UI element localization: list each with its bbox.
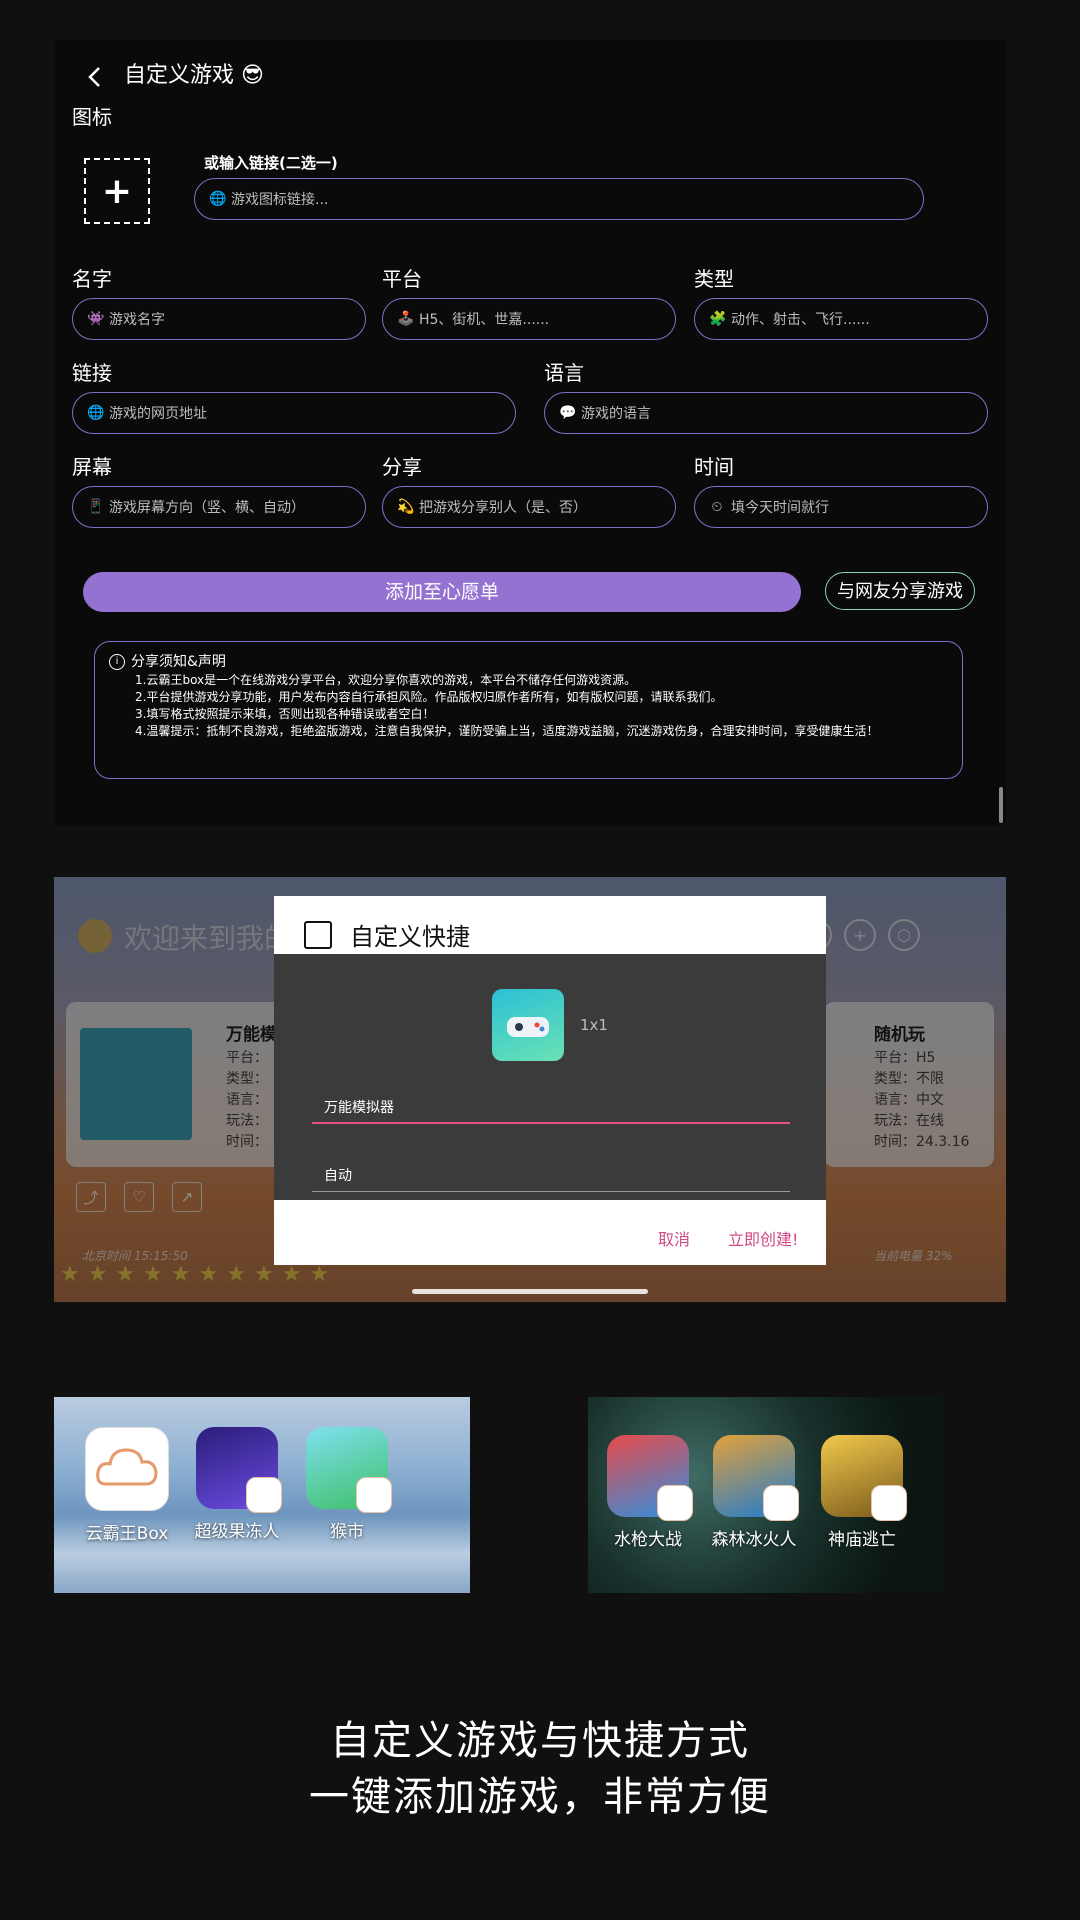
page-title: 自定义游戏 😎: [124, 63, 264, 88]
type-label: 类型: [694, 267, 734, 291]
puzzle-icon: 🧩: [709, 311, 727, 327]
notice-line: 1.云霸王box是一个在线游戏分享平台，欢迎分享你喜欢的游戏，本平台不储存任何游…: [135, 673, 637, 687]
dialog-footer: 取消 立即创建!: [274, 1200, 826, 1265]
screen-input[interactable]: 📱 游戏屏幕方向（竖、横、自动）: [72, 486, 366, 528]
notice-box: i 分享须知&声明 1.云霸王box是一个在线游戏分享平台，欢迎分享你喜欢的游戏，…: [94, 641, 963, 779]
app-name: 森林冰火人: [711, 1530, 797, 1550]
jelly-app-icon: [196, 1427, 282, 1513]
cloud-app-icon: [85, 1427, 169, 1511]
dialog-title: 自定义快捷: [350, 923, 470, 951]
cloud-badge-icon: [763, 1485, 799, 1521]
language-input[interactable]: 💬 游戏的语言: [544, 392, 988, 434]
app-name: 超级果冻人: [194, 1522, 280, 1542]
widget-size[interactable]: 1x1: [580, 1016, 608, 1034]
icon-link-input[interactable]: 🌐 游戏图标链接...: [194, 178, 924, 220]
plus-icon: +: [101, 170, 133, 212]
shortcut-mode-input[interactable]: 自动: [312, 1164, 790, 1192]
globe-icon: 🌐: [209, 191, 227, 207]
share-input[interactable]: 💫 把游戏分享别人（是、否）: [382, 486, 676, 528]
speech-bubble-icon: 💬: [559, 405, 577, 421]
app-shortcut[interactable]: 森林冰火人: [704, 1435, 804, 1550]
temple-run-app-icon: [821, 1435, 907, 1521]
caption-line-2: 一键添加游戏，非常方便: [309, 1774, 771, 1820]
app-name: 云霸王Box: [85, 1524, 169, 1544]
back-arrow-icon[interactable]: [80, 62, 110, 92]
icon-label: 图标: [72, 105, 112, 129]
launcher-with-shortcut-dialog: 欢迎来到我的 ♡ + ⬡ 万能模 平台： 类型： 语言： 玩法： 时间： 随机玩…: [54, 877, 1006, 1302]
monkey-app-icon: [306, 1427, 392, 1513]
add-to-wishlist-button[interactable]: 添加至心愿单: [83, 572, 801, 612]
cloud-badge-icon: [246, 1477, 282, 1513]
water-gun-app-icon: [607, 1435, 693, 1521]
fire-ice-app-icon: [713, 1435, 799, 1521]
app-name: 水枪大战: [614, 1530, 682, 1550]
scrollbar[interactable]: [999, 787, 1003, 823]
platform-label: 平台: [382, 267, 422, 291]
screen-label: 屏幕: [72, 455, 112, 479]
app-shortcut[interactable]: 神庙逃亡: [812, 1435, 912, 1550]
custom-game-form-panel: 自定义游戏 😎 图标 + 或输入链接(二选一) 🌐 游戏图标链接... 名字 👾…: [54, 40, 1006, 825]
icon-link-label: 或输入链接(二选一): [204, 154, 338, 172]
notice-title: 分享须知&声明: [131, 654, 226, 670]
cloud-badge-icon: [356, 1477, 392, 1513]
app-shortcut[interactable]: 超级果冻人: [187, 1427, 287, 1542]
time-label: 时间: [694, 455, 734, 479]
cloud-badge-icon: [871, 1485, 907, 1521]
home-screen-right: 水枪大战 森林冰火人 神庙逃亡: [588, 1397, 942, 1593]
name-input[interactable]: 👾 游戏名字: [72, 298, 366, 340]
shortcut-name-input[interactable]: 万能模拟器: [312, 1096, 790, 1124]
sparkle-icon: 💫: [397, 499, 415, 515]
time-input[interactable]: ⏲ 填今天时间就行: [694, 486, 988, 528]
alien-icon: 👾: [87, 311, 105, 327]
app-shortcut[interactable]: 云霸王Box: [77, 1427, 177, 1544]
link-label: 链接: [72, 361, 112, 385]
cancel-button[interactable]: 取消: [658, 1226, 690, 1250]
link-input[interactable]: 🌐 游戏的网页地址: [72, 392, 516, 434]
app-name: 猴市: [330, 1522, 364, 1542]
language-label: 语言: [544, 361, 584, 385]
notice-line: 3.填写格式按照提示来填，否则出现各种错误或者空白！: [135, 707, 435, 721]
type-input[interactable]: 🧩 动作、射击、飞行......: [694, 298, 988, 340]
phone-icon: 📱: [87, 499, 105, 515]
app-shortcut[interactable]: 猴市: [297, 1427, 397, 1542]
custom-shortcut-dialog: 自定义快捷 1x1 万能模拟器 自动 取消 立即创建!: [274, 896, 826, 1265]
globe-icon: 🌐: [87, 405, 105, 421]
app-name: 神庙逃亡: [828, 1530, 896, 1550]
notice-line: 4.温馨提示：抵制不良游戏，拒绝盗版游戏，注意自我保护，谨防受骗上当，适度游戏益…: [135, 724, 879, 738]
name-label: 名字: [72, 267, 112, 291]
share-label: 分享: [382, 455, 422, 479]
share-game-button[interactable]: 与网友分享游戏: [825, 572, 975, 610]
notice-line: 2.平台提供游戏分享功能，用户发布内容自行承担风险。作品版权归原作者所有，如有版…: [135, 690, 723, 704]
edit-icon: [304, 921, 332, 949]
gamepad-app-icon[interactable]: [492, 989, 564, 1061]
home-screen-left: 云霸王Box 超级果冻人 猴市: [54, 1397, 470, 1593]
timer-icon: ⏲: [711, 499, 723, 515]
upload-icon-button[interactable]: +: [84, 158, 150, 224]
platform-input[interactable]: 🕹️ H5、街机、世嘉......: [382, 298, 676, 340]
dialog-header: 自定义快捷: [274, 896, 826, 954]
joystick-icon: 🕹️: [397, 311, 415, 327]
info-icon: i: [109, 654, 125, 670]
home-indicator[interactable]: [412, 1289, 648, 1294]
cloud-badge-icon: [657, 1485, 693, 1521]
caption-line-1: 自定义游戏与快捷方式: [330, 1718, 750, 1764]
create-now-button[interactable]: 立即创建!: [728, 1226, 798, 1250]
app-shortcut[interactable]: 水枪大战: [598, 1435, 698, 1550]
